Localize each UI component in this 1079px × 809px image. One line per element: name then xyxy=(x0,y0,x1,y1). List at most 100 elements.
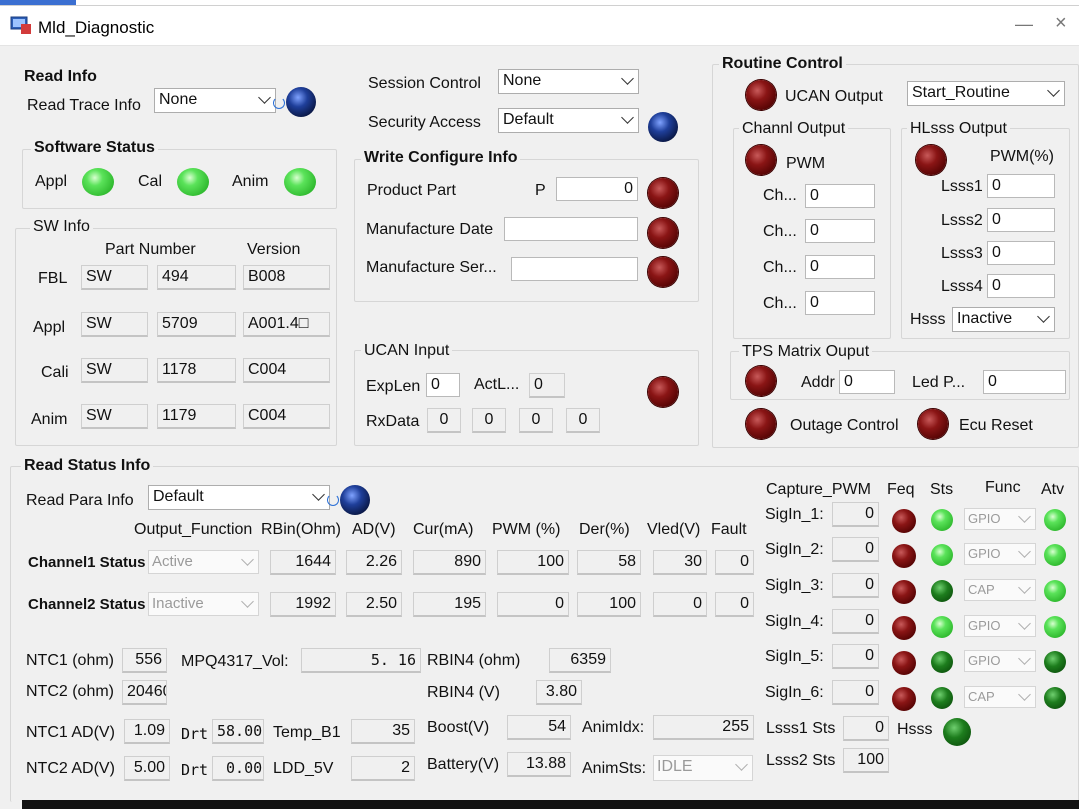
animidx-label: AnimIdx: xyxy=(582,719,645,736)
lsss-label: Lsss3 xyxy=(941,245,983,262)
sts-header: Sts xyxy=(930,481,954,498)
sigin-atv-led xyxy=(1044,509,1066,531)
mpq4317-value: 5. 16 xyxy=(301,648,421,673)
sigin-sts-led xyxy=(931,544,953,566)
animsts-select[interactable]: IDLE xyxy=(653,755,753,781)
lsss-input[interactable]: 0 xyxy=(987,174,1055,198)
lsss-input[interactable]: 0 xyxy=(987,274,1055,298)
channel2-vled: 0 xyxy=(653,592,707,617)
sigin-func-select[interactable]: CAP xyxy=(964,686,1036,708)
channl-pwm-button[interactable] xyxy=(746,145,776,175)
channel-label: Ch... xyxy=(763,187,797,204)
sigin-atv-led xyxy=(1044,544,1066,566)
sigin-label: SigIn_4: xyxy=(765,613,824,630)
hlsss-pwm-button[interactable] xyxy=(916,145,946,175)
outage-control-button[interactable] xyxy=(746,409,776,439)
sw-row-version: B008 xyxy=(243,265,330,290)
chevron-down-icon xyxy=(312,488,325,501)
battery-value: 13.88 xyxy=(507,752,571,777)
sigin-label: SigIn_2: xyxy=(765,541,824,558)
led-p-input[interactable]: 0 xyxy=(983,370,1066,394)
window-title: Mld_Diagnostic xyxy=(38,18,155,37)
session-control-select[interactable]: None xyxy=(498,69,639,94)
product-part-input[interactable]: 0 xyxy=(556,177,638,201)
ucan-output-label: UCAN Output xyxy=(785,88,883,105)
channel-pwm-input[interactable]: 0 xyxy=(805,184,875,208)
channel1-fault: 0 xyxy=(715,550,754,575)
ntc1-ad-label: NTC1 AD(V) xyxy=(26,724,115,741)
manufacture-ser-write-button[interactable] xyxy=(648,257,678,287)
channel2-der: 100 xyxy=(577,592,641,617)
manufacture-date-input[interactable] xyxy=(504,217,638,241)
sigin-sts-led xyxy=(931,509,953,531)
channel1-der: 58 xyxy=(577,550,641,575)
sw-row-name: FBL xyxy=(38,270,68,287)
ucan-output-button[interactable] xyxy=(746,80,776,110)
explen-input[interactable]: 0 xyxy=(426,373,460,397)
sigin-feq-led xyxy=(892,687,916,711)
refresh-icon[interactable] xyxy=(327,494,339,506)
hsss-sts-label: Hsss xyxy=(897,721,933,738)
channel1-pwm: 100 xyxy=(497,550,569,575)
channel-label: Ch... xyxy=(763,259,797,276)
minimize-button[interactable]: — xyxy=(1015,14,1033,35)
product-part-write-button[interactable] xyxy=(648,178,678,208)
sw-row-part: 494 xyxy=(157,265,236,290)
hsss-select[interactable]: Inactive xyxy=(952,307,1055,332)
mpq4317-label: MPQ4317_Vol: xyxy=(181,653,289,670)
sw-row-prefix: SW xyxy=(81,358,148,383)
write-configure-title: Write Configure Info xyxy=(361,149,521,167)
product-part-prefix: P xyxy=(535,182,546,199)
routine-select[interactable]: Start_Routine xyxy=(907,81,1065,106)
header-pwm: PWM (%) xyxy=(492,521,561,538)
channel2-function-select[interactable]: Inactive xyxy=(148,592,259,616)
rxdata-byte: 0 xyxy=(519,408,553,433)
read-trace-select[interactable]: None xyxy=(154,88,276,113)
addr-input[interactable]: 0 xyxy=(839,370,895,394)
sigin-func-select[interactable]: CAP xyxy=(964,579,1036,601)
channel1-rbin: 1644 xyxy=(270,550,336,575)
read-status-title: Read Status Info xyxy=(21,457,154,475)
ucan-input-button[interactable] xyxy=(648,377,678,407)
chevron-down-icon xyxy=(621,72,634,85)
chevron-down-icon xyxy=(241,595,254,608)
channel2-rbin: 1992 xyxy=(270,592,336,617)
rxdata-byte: 0 xyxy=(427,408,461,433)
sw-row-name: Anim xyxy=(31,411,68,428)
tps-matrix-button[interactable] xyxy=(746,366,776,396)
lsss-input[interactable]: 0 xyxy=(987,208,1055,232)
sigin-func-select[interactable]: GPIO xyxy=(964,508,1036,530)
channel-pwm-input[interactable]: 0 xyxy=(805,291,875,315)
chevron-down-icon xyxy=(1018,510,1031,523)
header-fault: Fault xyxy=(711,521,747,538)
sigin-value: 0 xyxy=(832,537,879,562)
channel1-status-label: Channel1 Status xyxy=(28,554,146,571)
ldd-5v-label: LDD_5V xyxy=(273,760,334,777)
ecu-reset-button[interactable] xyxy=(918,409,948,439)
read-para-select[interactable]: Default xyxy=(148,485,330,510)
lsss-input[interactable]: 0 xyxy=(987,241,1055,265)
channel-pwm-input[interactable]: 0 xyxy=(805,219,875,243)
sigin-func-select[interactable]: GPIO xyxy=(964,650,1036,672)
channl-output-title: Channl Output xyxy=(739,120,849,138)
channel1-function-select[interactable]: Active xyxy=(148,550,259,574)
hsss-label: Hsss xyxy=(910,311,946,328)
manufacture-ser-input[interactable] xyxy=(511,257,638,281)
security-access-select[interactable]: Default xyxy=(498,108,639,133)
feq-header: Feq xyxy=(887,481,915,498)
sigin-func-select[interactable]: GPIO xyxy=(964,615,1036,637)
manufacture-ser-label: Manufacture Ser... xyxy=(366,259,497,276)
manufacture-date-write-button[interactable] xyxy=(648,218,678,248)
chevron-down-icon xyxy=(1047,84,1060,97)
header-ad: AD(V) xyxy=(352,521,396,538)
sw-row-part: 1178 xyxy=(157,358,236,383)
ntc2-ad-value: 5.00 xyxy=(124,756,170,781)
refresh-icon[interactable] xyxy=(273,97,285,109)
channel-pwm-input[interactable]: 0 xyxy=(805,255,875,279)
header-vled: Vled(V) xyxy=(647,521,701,538)
sigin-func-select[interactable]: GPIO xyxy=(964,543,1036,565)
routine-control-title: Routine Control xyxy=(719,55,846,73)
close-button[interactable]: × xyxy=(1055,12,1067,35)
drt1-value: 58.00 xyxy=(212,719,264,744)
chevron-down-icon xyxy=(241,553,254,566)
